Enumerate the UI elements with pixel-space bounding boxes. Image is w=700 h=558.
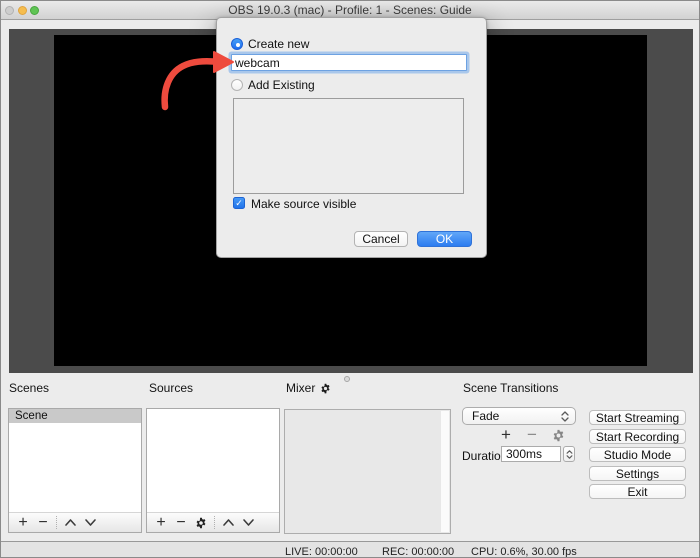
existing-sources-list[interactable]: [233, 98, 464, 194]
move-scene-down-button[interactable]: [80, 514, 100, 532]
mixer-dock-label: Mixer: [286, 381, 315, 395]
sources-panel: + −: [146, 408, 280, 533]
remove-source-button[interactable]: −: [171, 514, 191, 531]
ok-button[interactable]: OK: [417, 231, 472, 247]
add-scene-button[interactable]: +: [13, 514, 33, 531]
scenes-dock-label: Scenes: [9, 381, 49, 395]
settings-button[interactable]: Settings: [589, 466, 686, 481]
close-button[interactable]: [5, 6, 14, 15]
remove-scene-button[interactable]: −: [33, 514, 53, 531]
zoom-button[interactable]: [30, 6, 39, 15]
transition-select-value: Fade: [472, 409, 499, 423]
add-existing-label: Add Existing: [248, 79, 315, 92]
sources-toolbar: + −: [147, 512, 279, 532]
duration-input[interactable]: [501, 446, 561, 462]
start-streaming-button[interactable]: Start Streaming: [589, 410, 686, 425]
add-transition-button[interactable]: +: [498, 427, 514, 443]
duration-stepper[interactable]: [563, 446, 575, 462]
start-recording-button[interactable]: Start Recording: [589, 429, 686, 444]
source-properties-gear-icon[interactable]: [191, 514, 211, 532]
dock-splitter-handle[interactable]: [344, 376, 350, 382]
transition-select[interactable]: Fade: [462, 407, 576, 425]
statusbar: LIVE: 00:00:00 REC: 00:00:00 CPU: 0.6%, …: [1, 541, 699, 558]
sources-dock-title: Sources: [149, 381, 193, 395]
move-source-up-button[interactable]: [218, 514, 238, 532]
cancel-button[interactable]: Cancel: [354, 231, 408, 247]
make-source-visible-label: Make source visible: [251, 197, 356, 211]
sources-dock-label: Sources: [149, 381, 193, 395]
select-chevrons-icon: [561, 411, 569, 422]
create-new-radio[interactable]: [231, 38, 243, 50]
toolbar-separator: [214, 516, 215, 529]
toolbar-separator: [56, 516, 57, 529]
create-new-label: Create new: [248, 38, 309, 51]
studio-mode-button[interactable]: Studio Mode: [589, 447, 686, 462]
cpu-fps-status: CPU: 0.6%, 30.00 fps: [471, 546, 577, 558]
obs-main-window: OBS 19.0.3 (mac) - Profile: 1 - Scenes: …: [0, 0, 700, 558]
move-scene-up-button[interactable]: [60, 514, 80, 532]
scenes-toolbar: + −: [9, 512, 141, 532]
scene-list-item[interactable]: Scene: [9, 409, 141, 423]
mixer-scrollbar[interactable]: [441, 411, 449, 532]
exit-button[interactable]: Exit: [589, 484, 686, 499]
remove-transition-button[interactable]: −: [524, 427, 540, 443]
add-existing-radio[interactable]: [231, 79, 243, 91]
minimize-button[interactable]: [18, 6, 27, 15]
move-source-down-button[interactable]: [238, 514, 258, 532]
transitions-dock-label: Scene Transitions: [463, 381, 558, 395]
mixer-gear-icon[interactable]: [320, 383, 331, 394]
window-title: OBS 19.0.3 (mac) - Profile: 1 - Scenes: …: [228, 3, 471, 17]
live-time-status: LIVE: 00:00:00: [285, 546, 358, 558]
make-source-visible-checkbox[interactable]: ✓: [233, 197, 245, 209]
source-name-input[interactable]: [231, 54, 467, 71]
add-source-dialog: Create new Add Existing ✓ Make source vi…: [216, 17, 487, 258]
mixer-panel: [284, 409, 451, 534]
transitions-dock-title: Scene Transitions: [463, 381, 558, 395]
rec-time-status: REC: 00:00:00: [382, 546, 454, 558]
transition-properties-gear-icon[interactable]: [550, 429, 566, 445]
scenes-panel: Scene + −: [8, 408, 142, 533]
check-icon: ✓: [235, 198, 243, 208]
add-source-button[interactable]: +: [151, 514, 171, 531]
mixer-dock-title: Mixer: [286, 381, 331, 395]
scenes-dock-title: Scenes: [9, 381, 49, 395]
